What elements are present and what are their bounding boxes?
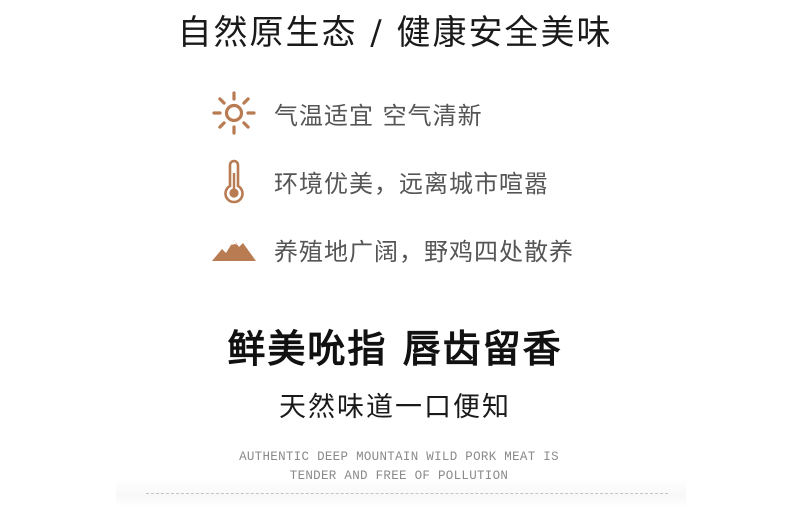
feature-item-farm: 养殖地广阔，野鸡四处散养 [210,224,630,274]
mountains-icon [210,225,258,273]
subslogan: 天然味道一口便知 [279,392,511,423]
english-line-1: AUTHENTIC DEEP MOUNTAIN WILD PORK MEAT I… [239,450,559,464]
slogan: 鲜美吮指 唇齿留香 [227,327,563,371]
english-line-2: TENDER AND FREE OF POLLUTION [289,469,509,483]
feature-label: 养殖地广阔，野鸡四处散养 [274,237,574,266]
feature-label: 气温适宜 空气清新 [274,101,483,130]
dashed-divider [146,493,668,494]
feature-label: 环境优美，远离城市喧嚣 [274,169,549,198]
headline: 自然原生态 / 健康安全美味 [177,13,613,53]
feature-item-environment: 环境优美，远离城市喧嚣 [210,156,630,206]
sun-icon [210,89,258,137]
english-caption: AUTHENTIC DEEP MOUNTAIN WILD PORK MEAT I… [0,448,790,486]
thermometer-icon [210,157,258,205]
feature-item-climate: 气温适宜 空气清新 [210,88,630,138]
